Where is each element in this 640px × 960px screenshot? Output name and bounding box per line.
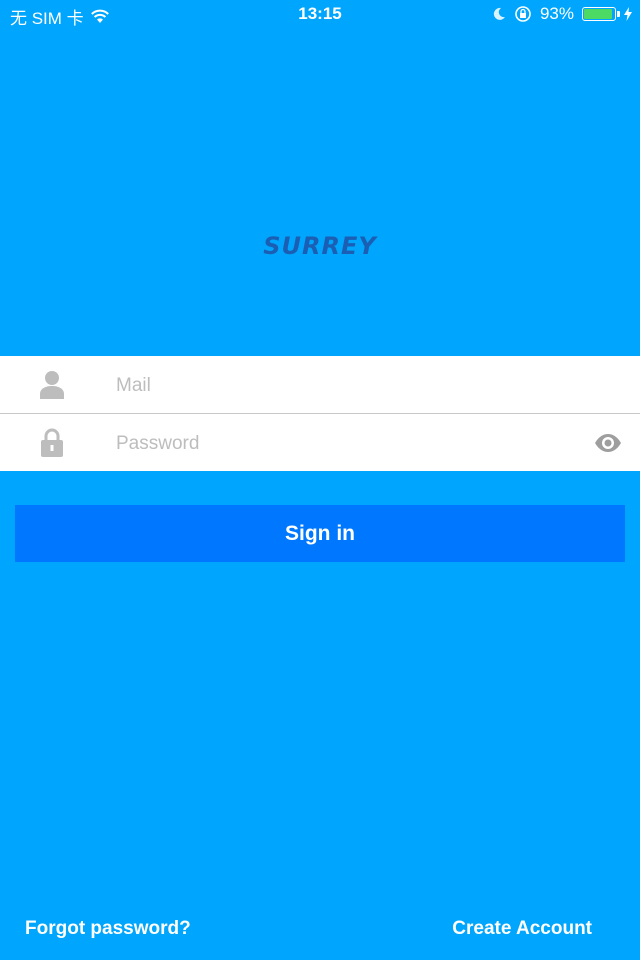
status-bar-right: 93%	[492, 4, 632, 24]
user-icon	[40, 371, 64, 399]
sign-in-button[interactable]: Sign in	[15, 505, 625, 562]
charging-bolt-icon	[624, 7, 632, 21]
mail-field-row	[0, 356, 640, 415]
battery-tip	[617, 11, 620, 17]
status-bar: 无 SIM 卡 13:15 93%	[0, 0, 640, 28]
mail-input[interactable]	[114, 356, 558, 415]
password-field-row	[0, 414, 640, 473]
battery-icon	[582, 7, 620, 21]
forgot-password-link[interactable]: Forgot password?	[25, 918, 191, 940]
app-logo: SURREY	[263, 232, 377, 260]
password-input[interactable]	[114, 414, 558, 473]
moon-icon	[493, 7, 505, 20]
orientation-lock-icon	[515, 6, 531, 22]
lock-icon	[41, 428, 63, 457]
battery-fill	[584, 9, 612, 19]
create-account-link[interactable]: Create Account	[452, 918, 592, 940]
battery-percent: 93%	[539, 4, 574, 23]
eye-icon[interactable]	[594, 433, 622, 453]
